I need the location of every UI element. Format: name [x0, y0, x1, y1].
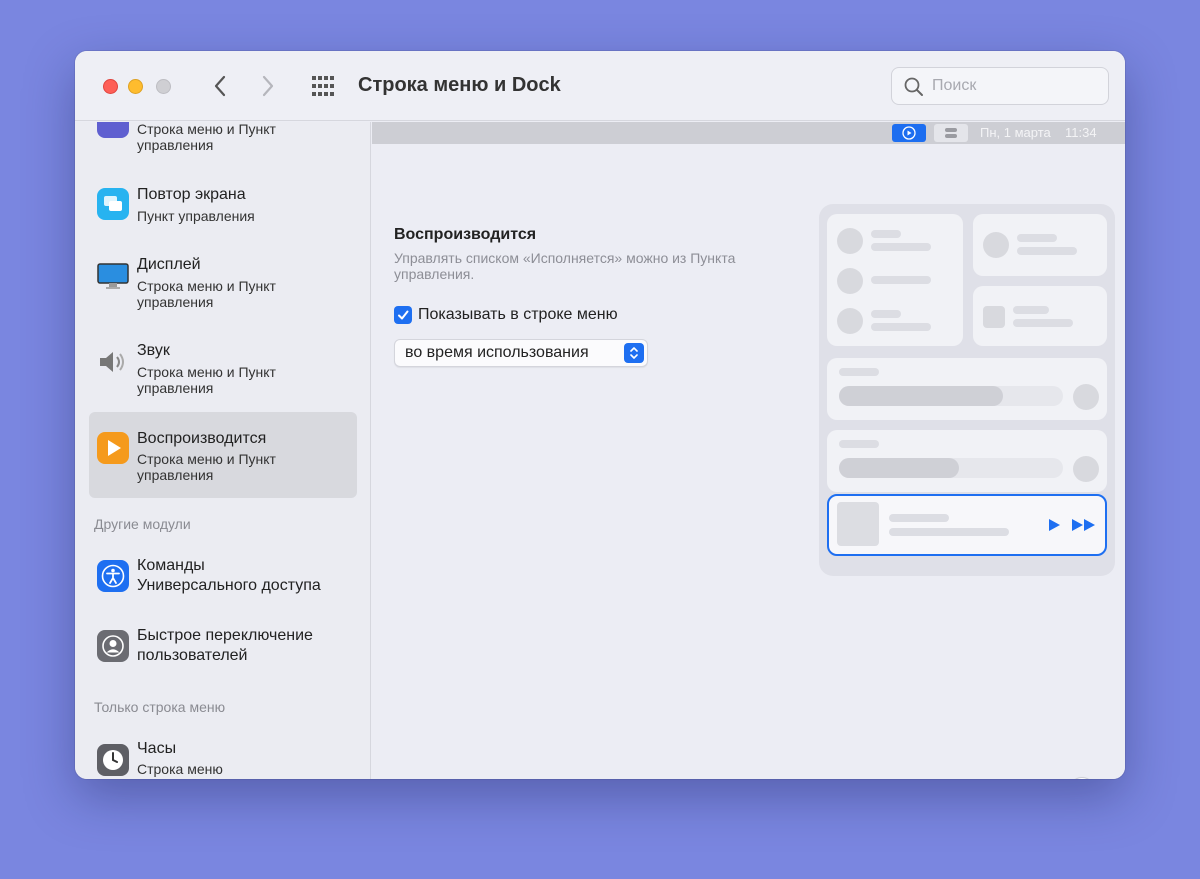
show-mode-value: во время использования: [405, 344, 589, 361]
section-description: Управлять списком «Исполняется» можно из…: [394, 250, 736, 282]
sidebar-item-label: Команды: [137, 557, 205, 574]
section-header-menubar-only: Только строка меню: [94, 699, 226, 715]
grid-icon: [312, 76, 334, 96]
window-title: Строка меню и Dock: [358, 74, 561, 96]
search-field[interactable]: [891, 67, 1109, 105]
close-window-button[interactable]: [103, 79, 118, 94]
sidebar-item-label-line2: Универсального доступа: [137, 577, 321, 594]
fast-forward-icon: [1072, 519, 1095, 531]
chevron-right-icon: [262, 75, 274, 97]
control-center-preview: [819, 204, 1115, 576]
cc-connectivity-tile: [827, 214, 963, 346]
sidebar-item-subtitle: Строка меню и Пункт управления: [137, 122, 276, 153]
title-bar: Строка меню и Dock: [75, 51, 1125, 121]
control-center-icon: [945, 128, 957, 138]
album-art-placeholder: [837, 502, 879, 546]
menubar-now-playing-item: [892, 124, 926, 142]
sidebar-item-label-line2: пользователей: [137, 647, 248, 664]
checkmark-icon: [398, 310, 409, 320]
play-circle-icon: [902, 126, 916, 140]
show-in-menubar-label[interactable]: Показывать в строке меню: [418, 306, 618, 324]
fast-user-switching-icon: [97, 630, 129, 662]
sidebar-item-label: Повтор экрана: [137, 186, 246, 203]
menubar-date: Пн, 1 марта: [980, 125, 1051, 140]
sidebar-item-subtitle: Пункт управления: [137, 208, 255, 224]
search-icon: [904, 77, 923, 96]
sidebar-item-clock[interactable]: Часы Строка меню: [89, 730, 357, 779]
partial-icon: [97, 122, 129, 138]
sidebar-item-label: Быстрое переключение: [137, 627, 313, 644]
cc-focus-tile: [973, 214, 1107, 276]
select-stepper: [624, 343, 644, 363]
sidebar-item-label: Звук: [137, 342, 170, 359]
minimize-window-button[interactable]: [128, 79, 143, 94]
sidebar-item-subtitle: Строка меню: [137, 761, 223, 777]
sidebar-item-label: Воспроизводится: [137, 430, 267, 447]
chevron-left-icon: [214, 75, 226, 97]
show-all-grid-button[interactable]: [311, 75, 335, 97]
search-input[interactable]: [932, 76, 1102, 96]
sidebar-item-partial[interactable]: Строка меню и Пункт управления: [89, 122, 357, 158]
display-icon: [97, 260, 129, 292]
play-icon: [1049, 519, 1060, 531]
speaker-icon: [97, 346, 129, 378]
menubar-preview: Пн, 1 марта 11:34: [372, 122, 1125, 144]
screen-mirroring-icon: [97, 188, 129, 220]
now-playing-icon: [97, 432, 129, 464]
sidebar-item-display[interactable]: Дисплей Строка меню и Пункт управления: [89, 246, 357, 326]
help-button[interactable]: ?: [1069, 777, 1095, 779]
sidebar-item-fast-user-switching[interactable]: Быстрое переключение пользователей: [89, 618, 357, 678]
cc-sound-tile: [827, 430, 1107, 492]
sidebar-item-subtitle: Строка меню и Пункт управления: [137, 364, 276, 396]
sidebar-item-subtitle: Строка меню и Пункт управления: [137, 451, 276, 483]
section-title: Воспроизводится: [394, 226, 537, 243]
section-header-other-modules: Другие модули: [94, 516, 191, 532]
sidebar-item-label: Дисплей: [137, 256, 201, 273]
up-down-chevron-icon: [630, 347, 638, 359]
sidebar-item-now-playing[interactable]: Воспроизводится Строка меню и Пункт упра…: [89, 412, 357, 498]
cc-mirroring-tile: [973, 286, 1107, 346]
show-in-menubar-checkbox[interactable]: [394, 306, 412, 324]
sidebar-item-subtitle: Строка меню и Пункт управления: [137, 278, 276, 310]
system-preferences-window: Строка меню и Dock Строка меню и Пункт у…: [75, 51, 1125, 779]
sidebar: Строка меню и Пункт управления Повтор эк…: [75, 122, 371, 779]
sidebar-item-screen-mirroring[interactable]: Повтор экрана Пункт управления: [89, 174, 357, 238]
sidebar-item-label: Часы: [137, 740, 177, 757]
forward-button[interactable]: [253, 71, 283, 101]
clock-icon: [97, 744, 129, 776]
zoom-window-button[interactable]: [156, 79, 171, 94]
settings-pane: Пн, 1 марта 11:34 Воспроизводится Управл…: [372, 122, 1125, 779]
cc-display-tile: [827, 358, 1107, 420]
show-mode-select[interactable]: во время использования: [394, 339, 648, 367]
menubar-control-center-item: [934, 124, 968, 142]
sidebar-item-sound[interactable]: Звук Строка меню и Пункт управления: [89, 332, 357, 412]
back-button[interactable]: [205, 71, 235, 101]
menubar-time: 11:34: [1065, 125, 1097, 140]
sidebar-item-accessibility-shortcuts[interactable]: Команды Универсального доступа: [89, 548, 357, 608]
cc-now-playing-tile: [827, 494, 1107, 556]
accessibility-icon: [97, 560, 129, 592]
